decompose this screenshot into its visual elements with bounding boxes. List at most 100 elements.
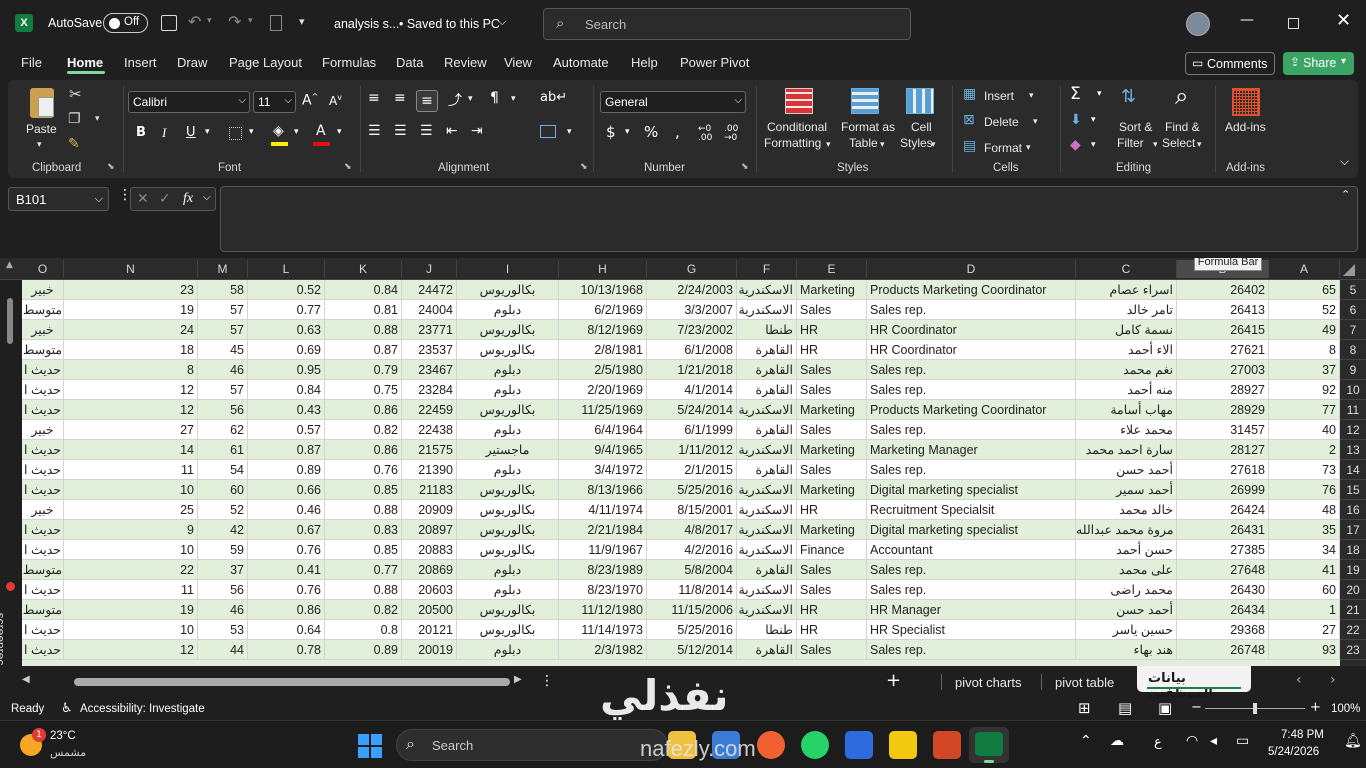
cell-c[interactable]: هند بهاء: [1076, 640, 1177, 660]
cell-d[interactable]: Products Marketing Coordinator: [867, 400, 1076, 420]
underline-icon[interactable]: U: [186, 125, 196, 140]
cell-c[interactable]: على محمد: [1076, 560, 1177, 580]
increase-decimal-icon[interactable]: ←0.00: [698, 125, 712, 143]
cell-j[interactable]: 21390: [402, 460, 457, 480]
cell-c[interactable]: تامر خالد: [1076, 300, 1177, 320]
cell-b[interactable]: 26999: [1177, 480, 1269, 500]
wifi-icon[interactable]: ◠: [1186, 733, 1198, 749]
cell-l[interactable]: 0.77: [248, 300, 325, 320]
menu-formulas[interactable]: Formulas: [322, 55, 376, 70]
cell-k[interactable]: 0.85: [325, 480, 402, 500]
cell-f[interactable]: القاهرة: [737, 380, 797, 400]
cell-n[interactable]: 24: [64, 320, 198, 340]
cell-g[interactable]: 2/1/2015: [647, 460, 737, 480]
cell-n[interactable]: 12: [64, 380, 198, 400]
format-cells-icon[interactable]: ▤: [963, 138, 976, 154]
cell-o[interactable]: خبير: [22, 320, 64, 340]
fill-dropdown-icon[interactable]: ▾: [1091, 115, 1096, 125]
cell-m[interactable]: 60: [198, 480, 248, 500]
increase-font-icon[interactable]: A^: [302, 92, 318, 109]
cell-a[interactable]: 48: [1269, 500, 1340, 520]
cell-a[interactable]: 92: [1269, 380, 1340, 400]
cell-c[interactable]: حسن أحمد: [1076, 540, 1177, 560]
conditional-formatting-button-line2[interactable]: Formatting: [764, 136, 821, 151]
row-header[interactable]: 7: [1340, 320, 1366, 340]
cell-d[interactable]: Sales rep.: [867, 580, 1076, 600]
powerpoint-icon[interactable]: [933, 731, 961, 759]
normal-view-icon[interactable]: ⊞: [1078, 699, 1091, 717]
cell-n[interactable]: 23: [64, 280, 198, 300]
cell-d[interactable]: Sales rep.: [867, 640, 1076, 660]
brave-icon[interactable]: [757, 731, 785, 759]
chevron-down-icon[interactable]: ▾: [1153, 137, 1158, 152]
cell-d[interactable]: Accountant: [867, 540, 1076, 560]
row-header[interactable]: 21: [1340, 600, 1366, 620]
cell-k[interactable]: 0.75: [325, 380, 402, 400]
paste-icon[interactable]: [30, 88, 54, 118]
format-as-table-button[interactable]: Format as: [841, 120, 895, 135]
autosum-dropdown-icon[interactable]: ▾: [1097, 89, 1102, 99]
cell-g[interactable]: 6/1/2008: [647, 340, 737, 360]
cell-i[interactable]: دبلوم: [457, 460, 559, 480]
format-painter-icon[interactable]: ✎: [68, 136, 80, 152]
save-status[interactable]: • Saved to this PC: [399, 17, 500, 31]
cell-l[interactable]: 0.87: [248, 440, 325, 460]
borders-dropdown-icon[interactable]: ▾: [249, 127, 254, 137]
cell-d[interactable]: Digital marketing specialist: [867, 480, 1076, 500]
font-color-icon[interactable]: A: [316, 123, 326, 139]
cell-e[interactable]: Marketing: [797, 520, 867, 540]
insert-cells-icon[interactable]: ▦: [963, 86, 976, 102]
chevron-down-icon[interactable]: ▾: [826, 137, 831, 152]
cell-n[interactable]: 10: [64, 620, 198, 640]
power-bi-icon[interactable]: [889, 731, 917, 759]
cell-m[interactable]: 61: [198, 440, 248, 460]
cell-i[interactable]: دبلوم: [457, 380, 559, 400]
taskbar-search[interactable]: ⌕ Search: [396, 729, 668, 761]
menu-view[interactable]: View: [504, 55, 532, 70]
cell-l[interactable]: 0.57: [248, 420, 325, 440]
cell-n[interactable]: 22: [64, 560, 198, 580]
cell-h[interactable]: 2/20/1969: [559, 380, 647, 400]
temperature[interactable]: 23°C: [50, 730, 76, 742]
cell-k[interactable]: 0.81: [325, 300, 402, 320]
merge-dropdown-icon[interactable]: ▾: [567, 127, 572, 137]
chevron-down-icon[interactable]: ▾: [931, 137, 936, 152]
undo-dropdown-icon[interactable]: ▾: [207, 16, 212, 26]
cell-g[interactable]: 8/15/2001: [647, 500, 737, 520]
cell-e[interactable]: Sales: [797, 580, 867, 600]
wrap-text-icon[interactable]: ab↵: [540, 90, 567, 105]
cell-e[interactable]: Sales: [797, 300, 867, 320]
cell-j[interactable]: 20121: [402, 620, 457, 640]
cell-g[interactable]: 5/12/2014: [647, 640, 737, 660]
cell-l[interactable]: 0.89: [248, 460, 325, 480]
merge-center-icon[interactable]: [540, 125, 556, 138]
collapse-ribbon-icon[interactable]: ⌵: [1340, 154, 1349, 169]
cell-j[interactable]: 24004: [402, 300, 457, 320]
cell-i[interactable]: بكالوريوس: [457, 600, 559, 620]
volume-icon[interactable]: ◂: [1210, 733, 1217, 749]
tab-next-icon[interactable]: ›: [1330, 672, 1336, 688]
cell-o[interactable]: حديث ا: [22, 460, 64, 480]
menu-insert[interactable]: Insert: [124, 55, 157, 70]
cell-d[interactable]: Sales rep.: [867, 420, 1076, 440]
cell-g[interactable]: 11/15/2006: [647, 600, 737, 620]
cell-o[interactable]: متوسط: [22, 300, 64, 320]
menu-data[interactable]: Data: [396, 55, 423, 70]
chevron-down-icon[interactable]: ▾: [1197, 137, 1202, 152]
cell-m[interactable]: 58: [198, 280, 248, 300]
column-header-g[interactable]: G: [647, 260, 737, 278]
decrease-indent-icon[interactable]: ⇤: [446, 123, 458, 139]
cell-m[interactable]: 46: [198, 600, 248, 620]
alignment-launcher-icon[interactable]: ⬊: [580, 162, 588, 172]
menu-draw[interactable]: Draw: [177, 55, 207, 70]
cell-e[interactable]: HR: [797, 320, 867, 340]
clock-time[interactable]: 7:48 PM: [1281, 729, 1324, 741]
menu-help[interactable]: Help: [631, 55, 658, 70]
row-header[interactable]: 10: [1340, 380, 1366, 400]
column-header-j[interactable]: J: [402, 260, 457, 278]
cell-n[interactable]: 10: [64, 540, 198, 560]
cell-m[interactable]: 56: [198, 400, 248, 420]
share-button[interactable]: ⇪ Share ▾: [1283, 52, 1354, 75]
cell-a[interactable]: 34: [1269, 540, 1340, 560]
find-select-button-line2[interactable]: Select: [1162, 136, 1195, 151]
